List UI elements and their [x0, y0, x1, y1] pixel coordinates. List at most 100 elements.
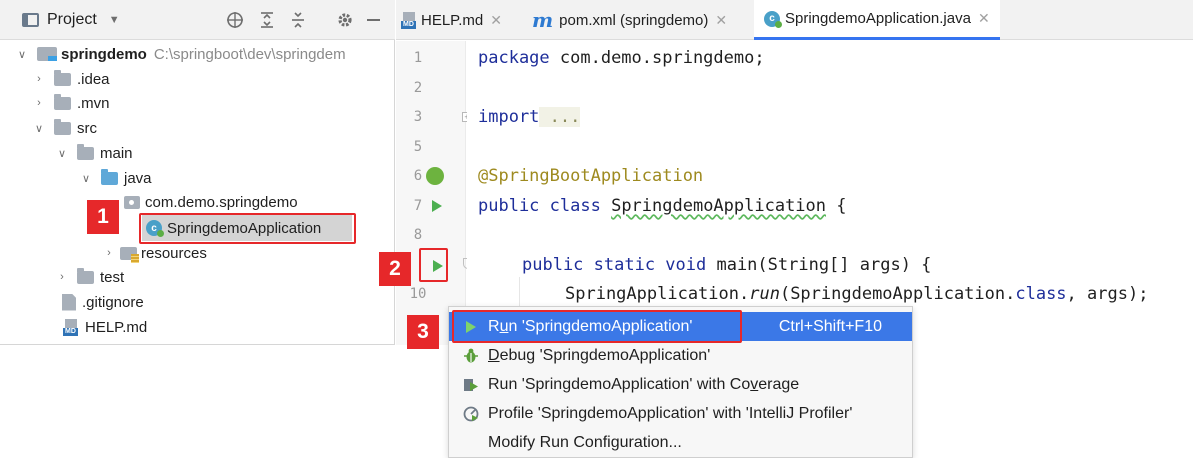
chevron-right-icon[interactable]: ›: [32, 72, 46, 86]
tree-label: .idea: [77, 70, 110, 88]
tree-item-main[interactable]: ∨ main: [55, 141, 133, 165]
menu-label: Debug 'SpringdemoApplication': [488, 347, 710, 365]
menu-label-part: ebug 'SpringdemoApplication': [499, 346, 711, 364]
menu-label: Run 'SpringdemoApplication' with Coverag…: [488, 376, 799, 394]
run-class-icon[interactable]: [432, 200, 442, 212]
code-text: , args);: [1066, 284, 1149, 304]
keyword: public class: [478, 196, 601, 216]
tab-help-md[interactable]: MD HELP.md ✕: [400, 0, 502, 40]
chevron-down-icon[interactable]: ∨: [55, 146, 69, 160]
chevron-down-icon: ▼: [108, 14, 120, 26]
menu-shortcut: Ctrl+Shift+F10: [778, 317, 882, 335]
code-line-7: public class SpringdemoApplication {: [478, 196, 847, 216]
annotation: @SpringBootApplication: [478, 166, 704, 186]
folder-icon: [54, 118, 71, 135]
source-folder-icon: [101, 168, 118, 185]
tab-springdemo-application[interactable]: c SpringdemoApplication.java ✕: [754, 0, 1000, 40]
code-text: ...: [539, 107, 581, 127]
project-header: Project ▼: [0, 0, 395, 40]
java-class-icon: c: [764, 10, 782, 28]
code-text: com.demo.springdemo;: [549, 48, 765, 68]
step-badge-1: 1: [87, 200, 119, 234]
code-text: SpringApplication.: [565, 284, 750, 304]
close-icon[interactable]: ✕: [490, 12, 502, 29]
menu-label-part: erage: [758, 375, 800, 393]
tree-label: src: [77, 119, 97, 137]
hide-icon[interactable]: [367, 11, 380, 29]
tree-item-springdemo[interactable]: ∨ springdemo C:\springboot\dev\springdem: [15, 42, 346, 66]
line-number: 1: [413, 50, 423, 66]
tree-label: main: [100, 144, 133, 162]
tree-label: .gitignore: [82, 293, 144, 311]
coverage-icon: [463, 377, 479, 393]
editor-gutter: 1 2 3 5 6 7 8 10 +: [396, 41, 473, 345]
keyword: public static void: [522, 255, 707, 275]
tree-item-gitignore[interactable]: .gitignore: [62, 290, 144, 314]
tree-item-java[interactable]: ∨ java: [79, 166, 152, 190]
close-icon[interactable]: ✕: [978, 10, 990, 27]
code-line-9: public static void main(String[] args) {: [522, 255, 931, 275]
tree-item-resources[interactable]: › resources: [102, 241, 207, 265]
tree-item-test[interactable]: › test: [55, 265, 124, 289]
highlight-box-class: [139, 213, 356, 244]
tree-label: java: [124, 169, 152, 187]
maven-icon: m: [532, 8, 554, 32]
keyword: class: [1015, 284, 1067, 304]
tree-item-help-md[interactable]: MD HELP.md: [62, 315, 147, 339]
chevron-down-icon[interactable]: ∨: [32, 121, 46, 135]
menu-label: Modify Run Configuration...: [488, 434, 682, 452]
tree-item-src[interactable]: ∨ src: [32, 116, 97, 140]
menu-item-profile[interactable]: Profile 'SpringdemoApplication' with 'In…: [449, 399, 912, 428]
line-number: 10: [409, 286, 427, 302]
gear-icon[interactable]: [336, 11, 354, 29]
module-folder-icon: [37, 47, 57, 61]
collapse-all-icon[interactable]: [290, 11, 306, 29]
code-text: (SpringdemoApplication.: [779, 284, 1016, 304]
folder-icon: [77, 143, 94, 160]
tab-label: SpringdemoApplication.java: [785, 10, 971, 27]
tree-item-package[interactable]: com.demo.springdemo: [124, 190, 298, 214]
keyword: package: [478, 48, 550, 68]
code-editor[interactable]: package com.demo.springdemo; import ... …: [467, 41, 1193, 345]
line-number: 3: [413, 109, 423, 125]
chevron-down-icon[interactable]: ∨: [15, 47, 29, 61]
project-view-icon: [22, 13, 39, 27]
tree-label: .mvn: [77, 94, 110, 112]
highlight-box-run-item: [452, 310, 742, 343]
line-number: 7: [413, 198, 423, 214]
chevron-right-icon[interactable]: ›: [55, 270, 69, 284]
project-view-selector[interactable]: Project ▼: [22, 11, 120, 29]
menu-item-modify-run-configuration[interactable]: Modify Run Configuration...: [449, 428, 912, 457]
folder-icon: [77, 267, 94, 284]
menu-item-run-with-coverage[interactable]: Run 'SpringdemoApplication' with Coverag…: [449, 370, 912, 399]
line-number: 5: [413, 139, 423, 155]
target-icon[interactable]: [226, 11, 244, 29]
menu-item-debug[interactable]: Debug 'SpringdemoApplication': [449, 341, 912, 370]
code-text: {: [826, 196, 847, 216]
tree-label: HELP.md: [85, 318, 148, 336]
tree-label: com.demo.springdemo: [145, 193, 298, 211]
folder-icon: [54, 69, 71, 86]
folder-icon: [54, 93, 71, 110]
chevron-down-icon[interactable]: ∨: [79, 171, 93, 185]
tree-item-idea[interactable]: › .idea: [32, 67, 110, 91]
keyword: import: [478, 107, 540, 127]
code-text: main(String[] args) {: [706, 255, 932, 275]
editor-tab-bar: MD HELP.md ✕ m pom.xml (springdemo) ✕ c …: [396, 0, 1193, 40]
spring-bean-icon[interactable]: [426, 167, 444, 185]
module-name: springdemo: [61, 45, 147, 63]
menu-label-part: Modify Run Configuration...: [488, 433, 682, 451]
package-icon: [124, 195, 140, 209]
folded-imports[interactable]: ...: [539, 107, 581, 127]
code-line-3: import ...: [478, 107, 581, 127]
close-icon[interactable]: ✕: [715, 12, 727, 29]
debug-icon: [463, 348, 479, 364]
tree-item-mvn[interactable]: › .mvn: [32, 91, 110, 115]
code-line-1: package com.demo.springdemo;: [478, 48, 765, 68]
chevron-right-icon[interactable]: ›: [32, 96, 46, 110]
chevron-right-icon[interactable]: ›: [102, 246, 116, 260]
class-name: SpringdemoApplication: [611, 196, 827, 216]
tab-pom-xml[interactable]: m pom.xml (springdemo) ✕: [532, 0, 727, 40]
resources-folder-icon: [120, 246, 139, 263]
expand-all-icon[interactable]: [259, 11, 275, 29]
